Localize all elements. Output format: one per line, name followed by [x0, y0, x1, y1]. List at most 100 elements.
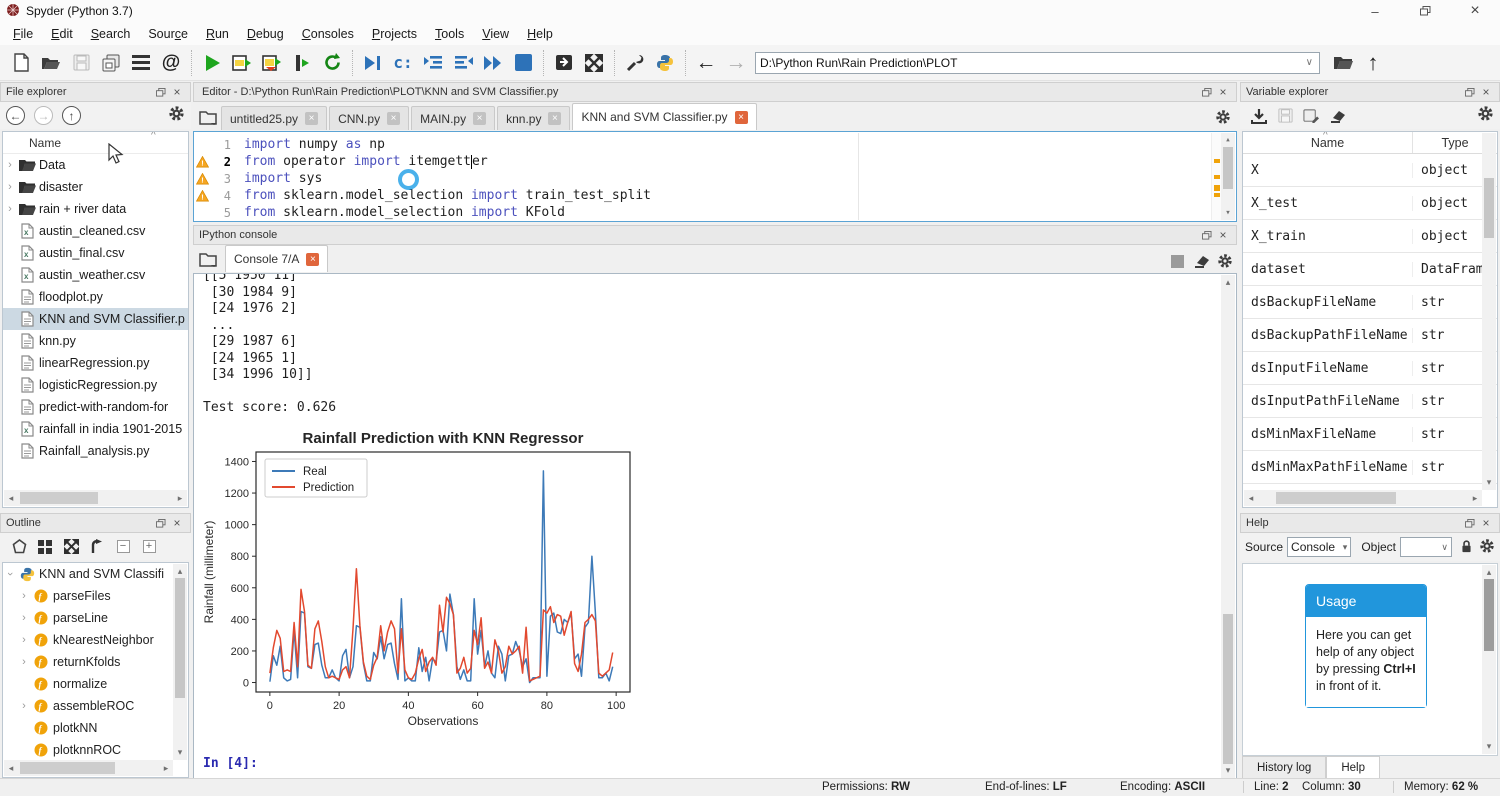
variable-row[interactable]: dsInputPathFileNamestr	[1243, 385, 1497, 418]
console-vertical-scrollbar[interactable]: ▴ ▾	[1221, 275, 1235, 778]
code-line[interactable]: 1import numpy as np	[194, 136, 1236, 153]
file-item[interactable]: xaustin_cleaned.csv	[3, 220, 188, 242]
code-line[interactable]: !3import sys	[194, 170, 1236, 187]
expand-chevron-icon[interactable]: ›	[3, 159, 17, 171]
step-return-button[interactable]	[448, 49, 478, 77]
browse-directory-button[interactable]	[1328, 49, 1358, 77]
save-data-as-icon[interactable]	[1298, 105, 1324, 127]
menu-source[interactable]: Source	[139, 24, 197, 44]
ve-name-column-header[interactable]: Name	[1243, 132, 1413, 153]
step-into-button[interactable]	[418, 49, 448, 77]
outline-item[interactable]: ›fparseFiles	[3, 585, 188, 607]
menu-consoles[interactable]: Consoles	[293, 24, 363, 44]
minimize-button[interactable]: –	[1350, 0, 1400, 22]
undock-icon[interactable]	[1199, 227, 1215, 243]
close-pane-icon[interactable]: ×	[1215, 227, 1231, 243]
console-options-gear-icon[interactable]	[1213, 250, 1237, 272]
preferences-wrench-button[interactable]	[620, 49, 650, 77]
fe-up-button[interactable]: ↑	[62, 106, 81, 125]
expand-chevron-icon[interactable]: ›	[17, 590, 31, 602]
symbol-finder-button[interactable]: @	[156, 49, 186, 77]
editor-options-gear-icon[interactable]	[1215, 109, 1231, 125]
outline-item[interactable]: fnormalize	[3, 673, 188, 695]
outline-item[interactable]: fplotkNN	[3, 717, 188, 739]
close-tab-icon[interactable]: ×	[306, 253, 319, 266]
debug-cell-button[interactable]: c:	[388, 49, 418, 77]
outline-item[interactable]: fplotknnROC	[3, 739, 188, 761]
expand-chevron-icon[interactable]: ›	[17, 634, 31, 646]
file-item[interactable]: ›Data	[3, 154, 188, 176]
outline-fullscreen-icon[interactable]	[58, 536, 84, 558]
file-switcher-button[interactable]	[126, 49, 156, 77]
file-item[interactable]: logisticRegression.py	[3, 374, 188, 396]
run-selection-button[interactable]	[287, 49, 317, 77]
clear-console-icon[interactable]	[1189, 250, 1213, 272]
new-file-button[interactable]	[6, 49, 36, 77]
working-directory-combo[interactable]: D:\Python Run\Rain Prediction\PLOT ∨	[755, 52, 1320, 74]
fe-horizontal-scrollbar[interactable]: ◂ ▸	[4, 490, 187, 506]
help-bottom-tab-help[interactable]: Help	[1326, 756, 1380, 778]
editor-tab[interactable]: KNN and SVM Classifier.py×	[572, 103, 756, 130]
close-button[interactable]: ×	[1450, 0, 1500, 22]
fe-forward-button[interactable]: →	[34, 106, 53, 125]
expand-chevron-icon[interactable]: ›	[17, 656, 31, 668]
variable-row[interactable]: dsBackupFileNamestr	[1243, 286, 1497, 319]
variable-row[interactable]: Xobject	[1243, 154, 1497, 187]
expand-chevron-icon[interactable]: ›	[17, 612, 31, 624]
console-prompt[interactable]: In [4]:	[203, 756, 258, 771]
menu-debug[interactable]: Debug	[238, 24, 293, 44]
debug-file-button[interactable]	[358, 49, 388, 77]
close-pane-icon[interactable]: ×	[1478, 515, 1494, 531]
lock-icon[interactable]	[1460, 539, 1473, 556]
history-forward-button[interactable]: →	[721, 49, 751, 77]
stop-debug-button[interactable]	[508, 49, 538, 77]
pythonpath-button[interactable]	[650, 49, 680, 77]
help-source-combo[interactable]: Console▾	[1287, 537, 1351, 557]
open-file-button[interactable]	[36, 49, 66, 77]
fe-options-gear-icon[interactable]	[168, 105, 185, 127]
interrupt-kernel-icon[interactable]	[1165, 250, 1189, 272]
editor-tab[interactable]: MAIN.py×	[411, 106, 495, 130]
help-bottom-tab-history-log[interactable]: History log	[1242, 756, 1326, 778]
ve-vertical-scrollbar[interactable]: ▾	[1482, 133, 1496, 490]
console-output-area[interactable]: [[5 1950 11] [30 1984 9] [24 1976 2] ...…	[193, 273, 1237, 780]
variable-row[interactable]: dsInputFileNamestr	[1243, 352, 1497, 385]
close-pane-icon[interactable]: ×	[169, 515, 185, 531]
close-pane-icon[interactable]: ×	[1478, 84, 1494, 100]
file-item[interactable]: Rainfall_analysis.py	[3, 440, 188, 462]
collapse-chevron-icon[interactable]: ›	[4, 567, 16, 581]
varexp-options-gear-icon[interactable]	[1477, 105, 1494, 127]
expand-all-icon[interactable]: +	[136, 536, 162, 558]
file-item[interactable]: floodplot.py	[3, 286, 188, 308]
maximize-pane-button[interactable]	[549, 49, 579, 77]
outline-item[interactable]: ›fassembleROC	[3, 695, 188, 717]
outline-home-icon[interactable]	[6, 536, 32, 558]
close-pane-icon[interactable]: ×	[1215, 84, 1231, 100]
expand-chevron-icon[interactable]: ›	[3, 203, 17, 215]
browse-tabs-icon[interactable]	[195, 248, 221, 272]
code-line[interactable]: !4from sklearn.model_selection import tr…	[194, 187, 1236, 204]
ve-horizontal-scrollbar[interactable]: ◂ ▸	[1244, 490, 1482, 506]
undock-icon[interactable]	[153, 515, 169, 531]
close-tab-icon[interactable]: ×	[473, 112, 486, 125]
editor-tab[interactable]: CNN.py×	[329, 106, 409, 130]
file-item[interactable]: predict-with-random-for	[3, 396, 188, 418]
outline-item[interactable]: ›fkNearestNeighbor	[3, 629, 188, 651]
undock-icon[interactable]	[153, 84, 169, 100]
menu-edit[interactable]: Edit	[42, 24, 82, 44]
menu-run[interactable]: Run	[197, 24, 238, 44]
menu-projects[interactable]: Projects	[363, 24, 426, 44]
outline-item[interactable]: ›freturnKfolds	[3, 651, 188, 673]
close-tab-icon[interactable]: ×	[548, 112, 561, 125]
restore-button[interactable]	[1400, 0, 1450, 22]
outline-goto-cursor-icon[interactable]	[84, 536, 110, 558]
fe-name-column-header[interactable]: Name ^	[3, 132, 188, 154]
outline-root-item[interactable]: ›KNN and SVM Classifi	[3, 563, 188, 585]
menu-tools[interactable]: Tools	[426, 24, 473, 44]
editor-tab[interactable]: knn.py×	[497, 106, 570, 130]
help-object-combo[interactable]: ∨	[1400, 537, 1452, 557]
combo-dropdown-icon[interactable]: ∨	[1306, 57, 1315, 68]
file-item[interactable]: knn.py	[3, 330, 188, 352]
save-data-icon[interactable]	[1272, 105, 1298, 127]
fullscreen-button[interactable]	[579, 49, 609, 77]
